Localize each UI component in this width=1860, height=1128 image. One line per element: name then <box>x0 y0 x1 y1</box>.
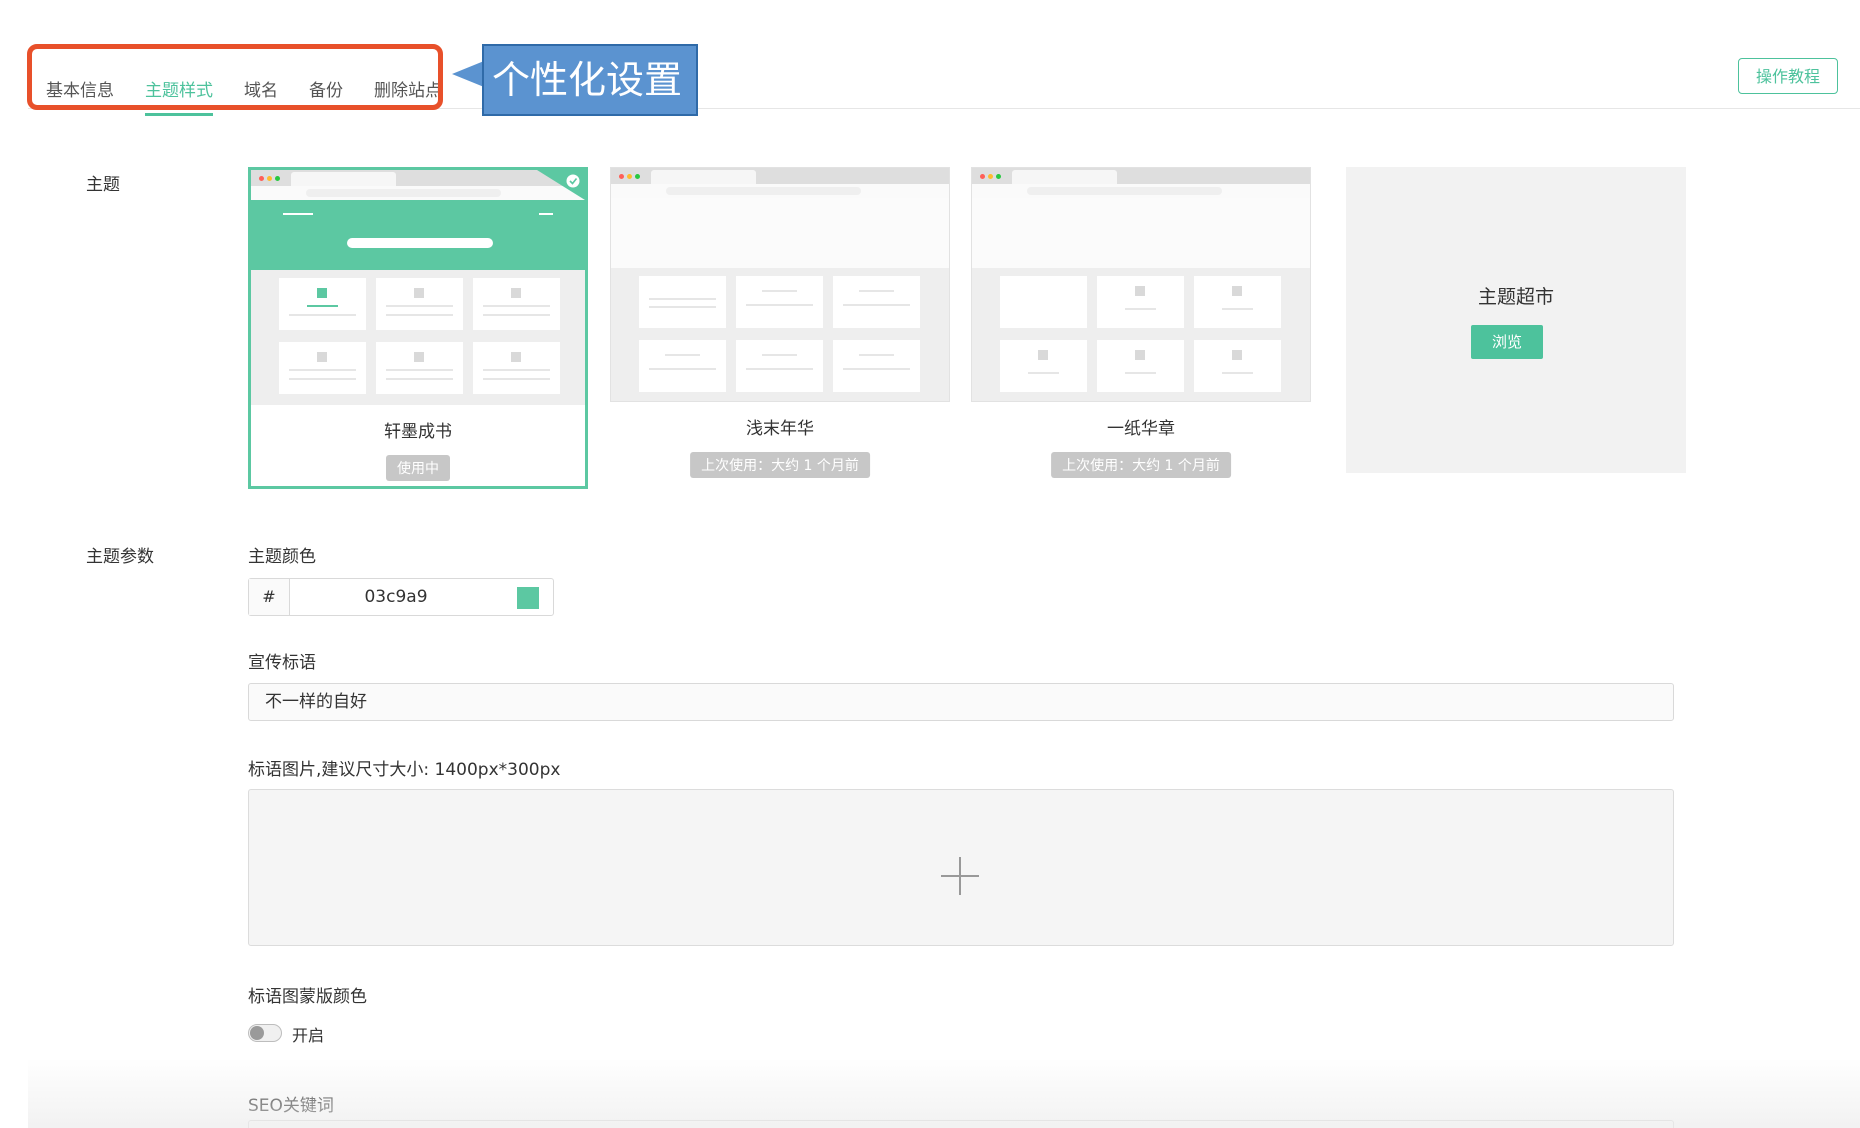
toggle-label: 开启 <box>292 1026 325 1045</box>
seo-keywords-input[interactable] <box>248 1120 1674 1128</box>
annotation-callout: 个性化设置 <box>482 44 698 116</box>
theme-market-card: 主题超市 浏览 <box>1346 167 1686 473</box>
overlay-color-label: 标语图蒙版颜色 <box>248 987 367 1007</box>
theme-card-name: 一纸华章 <box>1107 419 1175 439</box>
theme-card-name: 轩墨成书 <box>384 422 452 442</box>
theme-card-yizhi[interactable]: 一纸华章 上次使用：大约 1 个月前 <box>971 167 1311 489</box>
theme-preview <box>251 170 585 405</box>
theme-preview <box>971 167 1311 402</box>
overlay-color-toggle[interactable] <box>248 1024 282 1042</box>
hash-prefix: # <box>249 579 290 615</box>
annotation-highlight-box <box>27 44 443 110</box>
theme-color-field[interactable]: # 03c9a9 <box>248 578 554 616</box>
tutorial-button[interactable]: 操作教程 <box>1738 58 1838 94</box>
slogan-label: 宣传标语 <box>248 653 316 673</box>
selected-check-icon <box>537 170 585 200</box>
theme-card-qianmo[interactable]: 浅末年华 上次使用：大约 1 个月前 <box>610 167 950 489</box>
browse-button[interactable]: 浏览 <box>1471 325 1543 359</box>
seo-keywords-label: SEO关键词 <box>248 1096 334 1116</box>
params-section-label: 主题参数 <box>86 547 154 567</box>
preview-browser-bar <box>611 168 949 184</box>
preview-browser-bar <box>972 168 1310 184</box>
toggle-knob <box>250 1026 264 1040</box>
theme-card-xuanmo[interactable]: 轩墨成书 使用中 <box>248 167 588 489</box>
theme-market-title: 主题超市 <box>1477 286 1554 308</box>
status-badge: 上次使用：大约 1 个月前 <box>1051 452 1231 478</box>
color-swatch[interactable] <box>517 587 539 609</box>
theme-card-name: 浅末年华 <box>746 419 814 439</box>
slogan-image-label: 标语图片,建议尺寸大小: 1400px*300px <box>248 760 561 780</box>
preview-browser-bar <box>251 170 585 186</box>
theme-color-value[interactable]: 03c9a9 <box>289 579 503 615</box>
theme-color-label: 主题颜色 <box>248 547 316 567</box>
callout-arrow <box>452 61 484 87</box>
theme-preview <box>610 167 950 402</box>
status-badge: 使用中 <box>386 455 450 481</box>
slogan-input[interactable]: 不一样的自好 <box>248 683 1674 721</box>
theme-section-label: 主题 <box>86 175 120 195</box>
status-badge: 上次使用：大约 1 个月前 <box>690 452 870 478</box>
slogan-image-upload[interactable] <box>248 789 1674 946</box>
